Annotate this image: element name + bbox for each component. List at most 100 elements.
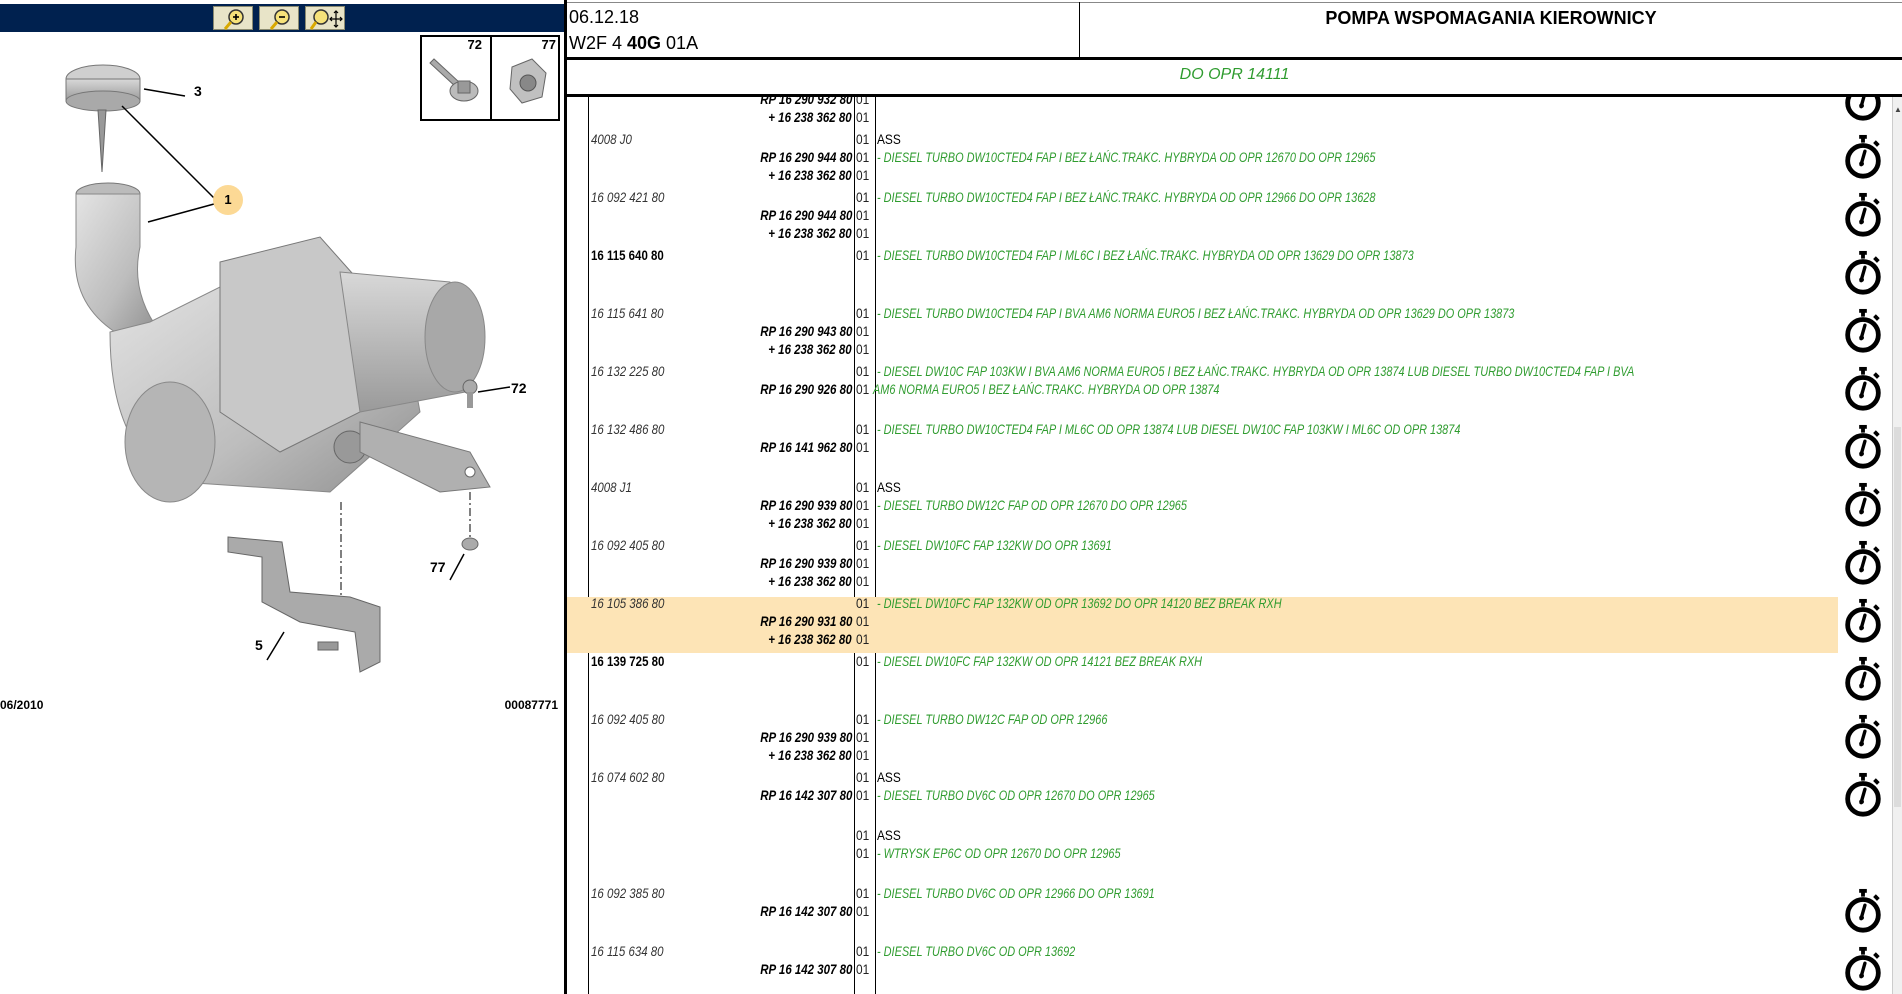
table-row[interactable]: RP 16 142 307 80 01: [567, 960, 1892, 978]
sub-part-reference[interactable]: + 16 238 362 80: [769, 630, 852, 648]
sub-part-reference[interactable]: RP 16 290 943 80: [760, 322, 852, 340]
table-row[interactable]: 01 ASS: [567, 826, 1892, 844]
table-row[interactable]: RP 16 290 939 80 01 - DIESEL TURBO DW12C F…: [567, 496, 1892, 514]
callout-77[interactable]: 77: [430, 559, 446, 575]
table-row[interactable]: 16 132 225 80 01 - DIESEL DW10C FAP 103KW …: [567, 362, 1892, 380]
part-group[interactable]: 01 ASS 01 - WTRYSK EP6C OD OPR 12670 DO OPR…: [567, 826, 1892, 862]
sub-part-reference[interactable]: RP 16 142 307 80: [760, 960, 852, 978]
table-row[interactable]: 16 115 634 80 01 - DIESEL TURBO DV6C OD OP…: [567, 942, 1892, 960]
table-row[interactable]: RP 16 142 307 80 01 - DIESEL TURBO DV6C OD…: [567, 786, 1892, 804]
table-row[interactable]: + 16 238 362 80 01: [567, 166, 1892, 184]
labour-time-stopwatch-icon[interactable]: [1840, 598, 1886, 644]
part-reference[interactable]: 16 074 602 80: [591, 768, 664, 786]
callout-3[interactable]: 3: [194, 83, 202, 99]
table-row[interactable]: RP 16 141 962 80 01: [567, 438, 1892, 456]
table-row[interactable]: 16 092 385 80 01 - DIESEL TURBO DV6C OD OP…: [567, 884, 1892, 902]
labour-time-stopwatch-icon[interactable]: [1840, 888, 1886, 934]
sub-part-reference[interactable]: + 16 238 362 80: [769, 108, 852, 126]
table-row[interactable]: RP 16 290 939 80 01: [567, 554, 1892, 572]
part-group[interactable]: 4008 J0 01 ASS RP 16 290 944 80 01 - DIESEL T…: [567, 130, 1892, 184]
sub-part-reference[interactable]: RP 16 290 944 80: [760, 206, 852, 224]
inset-label-77[interactable]: 77: [542, 37, 556, 52]
table-row[interactable]: 16 092 405 80 01 - DIESEL DW10FC FAP 132KW…: [567, 536, 1892, 554]
table-row[interactable]: + 16 238 362 80 01: [567, 340, 1892, 358]
labour-time-stopwatch-icon[interactable]: [1840, 772, 1886, 818]
part-reference[interactable]: 16 092 421 80: [591, 188, 664, 206]
table-row[interactable]: + 16 238 362 80 01: [567, 514, 1892, 532]
callout-5[interactable]: 5: [255, 637, 263, 653]
zoom-pan-button[interactable]: [305, 6, 345, 30]
table-row[interactable]: RP 16 290 931 80 01: [567, 612, 1892, 630]
table-row[interactable]: 4008 J1 01 ASS: [567, 478, 1892, 496]
labour-time-stopwatch-icon[interactable]: [1840, 308, 1886, 354]
sub-part-reference[interactable]: RP 16 290 939 80: [760, 728, 852, 746]
zoom-in-button[interactable]: [213, 6, 253, 30]
part-reference[interactable]: 16 115 640 80: [591, 246, 664, 264]
table-row[interactable]: + 16 238 362 80 01: [567, 746, 1892, 764]
sub-part-reference[interactable]: RP 16 142 307 80: [760, 786, 852, 804]
part-group[interactable]: RP 16 290 932 80 01 + 16 238 362 80 01: [567, 97, 1892, 126]
labour-time-stopwatch-icon[interactable]: [1840, 714, 1886, 760]
table-row[interactable]: 16 139 725 80 01 - DIESEL DW10FC FAP 132KW…: [567, 652, 1892, 670]
part-group[interactable]: 16 115 641 80 01 - DIESEL TURBO DW10CTED4 …: [567, 304, 1892, 358]
part-reference[interactable]: 16 132 486 80: [591, 420, 664, 438]
table-row[interactable]: 4008 J0 01 ASS: [567, 130, 1892, 148]
callout-72[interactable]: 72: [511, 380, 527, 396]
sub-part-reference[interactable]: RP 16 290 932 80: [760, 97, 852, 108]
part-reference[interactable]: 4008 J0: [591, 130, 632, 148]
table-row[interactable]: RP 16 142 307 80 01: [567, 902, 1892, 920]
table-row[interactable]: + 16 238 362 80 01: [567, 108, 1892, 126]
sub-part-reference[interactable]: RP 16 290 944 80: [760, 148, 852, 166]
table-row[interactable]: 16 074 602 80 01 ASS: [567, 768, 1892, 786]
labour-time-stopwatch-icon[interactable]: [1840, 424, 1886, 470]
part-group[interactable]: 16 115 640 80 01 - DIESEL TURBO DW10CTED4 …: [567, 246, 1892, 295]
sub-part-reference[interactable]: RP 16 290 931 80: [760, 612, 852, 630]
sub-part-reference[interactable]: + 16 238 362 80: [769, 224, 852, 242]
part-reference[interactable]: 16 115 641 80: [591, 304, 664, 322]
table-row[interactable]: RP 16 290 944 80 01 - DIESEL TURBO DW10CTE…: [567, 148, 1892, 166]
table-row[interactable]: + 16 238 362 80 01: [567, 572, 1892, 590]
table-row[interactable]: RP 16 290 939 80 01: [567, 728, 1892, 746]
labour-time-stopwatch-icon[interactable]: [1840, 134, 1886, 180]
table-row[interactable]: RP 16 290 944 80 01: [567, 206, 1892, 224]
part-group[interactable]: 16 092 421 80 01 - DIESEL TURBO DW10CTED4 …: [567, 188, 1892, 242]
part-group[interactable]: 4008 J1 01 ASS RP 16 290 939 80 01 - DIESEL T…: [567, 478, 1892, 532]
labour-time-stopwatch-icon[interactable]: [1840, 192, 1886, 238]
part-reference[interactable]: 16 132 225 80: [591, 362, 664, 380]
sub-part-reference[interactable]: + 16 238 362 80: [769, 166, 852, 184]
sub-part-reference[interactable]: + 16 238 362 80: [769, 340, 852, 358]
part-group[interactable]: 16 139 725 80 01 - DIESEL DW10FC FAP 132KW…: [567, 652, 1892, 701]
table-row[interactable]: 16 092 421 80 01 - DIESEL TURBO DW10CTED4 …: [567, 188, 1892, 206]
part-reference[interactable]: 16 105 386 80: [591, 594, 664, 612]
table-row[interactable]: RP 16 290 943 80 01: [567, 322, 1892, 340]
part-group[interactable]: 16 132 486 80 01 - DIESEL TURBO DW10CTED4 …: [567, 420, 1892, 469]
part-group[interactable]: 16 092 405 80 01 - DIESEL TURBO DW12C FAP …: [567, 710, 1892, 764]
scroll-up-arrow-icon[interactable]: ▲: [1894, 105, 1902, 114]
labour-time-stopwatch-icon[interactable]: [1840, 656, 1886, 702]
table-row[interactable]: 16 105 386 80 01 - DIESEL DW10FC FAP 132KW…: [567, 594, 1892, 612]
table-row[interactable]: RP 16 290 926 80 01 AM6 NORMA EURO5 I BEZ …: [567, 380, 1892, 398]
table-row[interactable]: RP 16 290 932 80 01: [567, 97, 1892, 108]
sub-part-reference[interactable]: RP 16 141 962 80: [760, 438, 852, 456]
labour-time-stopwatch-icon[interactable]: [1840, 366, 1886, 412]
part-group[interactable]: 16 132 225 80 01 - DIESEL DW10C FAP 103KW …: [567, 362, 1892, 411]
sub-part-reference[interactable]: RP 16 290 939 80: [760, 496, 852, 514]
scrollbar-thumb[interactable]: [1894, 427, 1901, 807]
inset-label-72[interactable]: 72: [468, 37, 482, 52]
part-group[interactable]: 16 115 634 80 01 - DIESEL TURBO DV6C OD OP…: [567, 942, 1892, 991]
table-row[interactable]: + 16 238 362 80 01: [567, 630, 1892, 648]
labour-time-stopwatch-icon[interactable]: [1840, 946, 1886, 992]
sub-part-reference[interactable]: + 16 238 362 80: [769, 514, 852, 532]
part-group[interactable]: 16 092 385 80 01 - DIESEL TURBO DV6C OD OP…: [567, 884, 1892, 933]
sub-part-reference[interactable]: + 16 238 362 80: [769, 746, 852, 764]
sub-part-reference[interactable]: RP 16 290 926 80: [760, 380, 852, 398]
part-group[interactable]: 16 074 602 80 01 ASS RP 16 142 307 80 01 - DI…: [567, 768, 1892, 817]
labour-time-stopwatch-icon[interactable]: [1840, 97, 1886, 122]
sub-part-reference[interactable]: RP 16 290 939 80: [760, 554, 852, 572]
table-row[interactable]: 01 - WTRYSK EP6C OD OPR 12670 DO OPR 1296…: [567, 844, 1892, 862]
labour-time-stopwatch-icon[interactable]: [1840, 540, 1886, 586]
vertical-scrollbar[interactable]: ▲: [1892, 97, 1902, 994]
zoom-out-button[interactable]: [259, 6, 299, 30]
sub-part-reference[interactable]: + 16 238 362 80: [769, 572, 852, 590]
part-reference[interactable]: 16 139 725 80: [591, 652, 664, 670]
